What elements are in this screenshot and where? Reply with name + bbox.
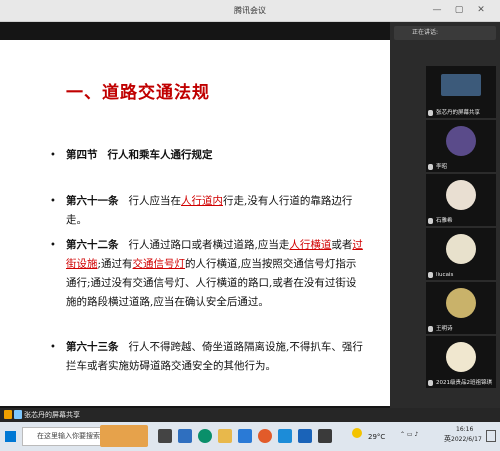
clock-time[interactable]: 16:16	[456, 426, 473, 433]
window-title: 腾讯会议	[234, 6, 266, 15]
screen-share-thumbnail	[441, 74, 481, 96]
mic-icon	[428, 164, 433, 170]
tray-icons[interactable]: ⌃ ▭ ♪	[400, 431, 418, 438]
mic-icon	[428, 110, 433, 116]
section-label: 第四节	[66, 149, 98, 161]
mic-icon	[428, 380, 433, 386]
section-heading: • 第四节 行人和乘车人通行规定	[50, 146, 366, 165]
minimize-icon[interactable]: —	[430, 3, 444, 17]
mail-icon[interactable]	[178, 429, 192, 443]
maximize-icon[interactable]: ▢	[452, 3, 466, 17]
store-icon[interactable]	[238, 429, 252, 443]
participant-name: 2021级贵品2班祖锦琪	[436, 380, 492, 386]
weather-icon[interactable]	[352, 428, 362, 438]
bullet-icon: •	[50, 150, 56, 161]
article-text: 行人通过路口或者横过道路,应当走	[128, 239, 290, 251]
main-stage: 一、道路交通法规 • 第四节 行人和乘车人通行规定 • 第六十一条 行人应当在人…	[0, 22, 390, 408]
article-62: • 第六十二条 行人通过路口或者横过道路,应当走人行横道或者过街设施;通过有交通…	[50, 236, 366, 312]
participant-name: 石雅希	[436, 218, 453, 224]
edge-icon[interactable]	[198, 429, 212, 443]
folder-icon[interactable]	[218, 429, 232, 443]
participant-name: 李昭	[436, 164, 448, 170]
task-view-icon[interactable]	[158, 429, 172, 443]
word-icon[interactable]	[298, 429, 312, 443]
taskbar: 在这里输入你要搜索的内容 29°C ⌃ ▭ ♪ 英 16:16 2022/6/1…	[0, 422, 500, 451]
notification-icon[interactable]	[486, 430, 496, 442]
search-highlight-image	[100, 425, 148, 447]
participant-tile[interactable]: 2021级贵品2班祖锦琪	[426, 336, 496, 388]
bullet-icon: •	[50, 240, 56, 251]
highlight-text: 人行道内	[181, 195, 224, 207]
avatar	[446, 234, 476, 264]
windows-start-icon[interactable]	[5, 431, 16, 442]
warning-icon	[4, 410, 12, 419]
article-text: ;通过有	[97, 258, 133, 270]
highlight-text: 交通信号灯	[132, 258, 186, 270]
screen-share-bar: 张芯丹的屏幕共享	[0, 408, 500, 422]
participant-name: 王明诗	[436, 326, 453, 332]
avatar	[446, 288, 476, 318]
title-bar: 腾讯会议 — ▢ ✕	[0, 0, 500, 22]
participant-tile[interactable]: 石雅希	[426, 174, 496, 226]
browser-icon[interactable]	[258, 429, 272, 443]
weather-text[interactable]: 29°C	[368, 433, 385, 441]
mic-icon	[428, 272, 433, 278]
slide-title: 一、道路交通法规	[66, 83, 210, 103]
article-number: 第六十一条	[66, 195, 119, 207]
participant-tile[interactable]: 王明诗	[426, 282, 496, 334]
article-text: 或者	[331, 239, 353, 251]
participant-name: 张芯丹的屏幕共享	[436, 110, 481, 116]
app-icon[interactable]	[318, 429, 332, 443]
participant-tile[interactable]: 张芯丹的屏幕共享	[426, 66, 496, 118]
clock-date[interactable]: 2022/6/17	[451, 436, 482, 443]
avatar	[446, 180, 476, 210]
participant-name: liucais	[436, 272, 454, 278]
article-text: 行人应当在	[128, 195, 182, 207]
article-63: • 第六十三条 行人不得跨越、倚坐道路隔离设施,不得扒车、强行拦车或者实施妨碍道…	[50, 338, 366, 376]
article-61: • 第六十一条 行人应当在人行道内行走,没有人行道的靠路边行走。	[50, 192, 366, 230]
avatar	[446, 126, 476, 156]
highlight-text: 人行横道	[289, 239, 332, 251]
article-number: 第六十三条	[66, 341, 119, 353]
mic-icon	[428, 218, 433, 224]
bullet-icon: •	[50, 342, 56, 353]
mic-icon	[428, 326, 433, 332]
share-label: 张芯丹的屏幕共享	[24, 411, 80, 419]
meeting-app-icon[interactable]	[278, 429, 292, 443]
language-indicator[interactable]: 英	[444, 434, 451, 444]
screen-share-icon	[14, 410, 22, 419]
participant-tile[interactable]: liucais	[426, 228, 496, 280]
section-text: 行人和乘车人通行规定	[107, 149, 213, 161]
avatar	[446, 342, 476, 372]
close-icon[interactable]: ✕	[474, 3, 488, 17]
speaking-indicator: 正在讲话:	[394, 26, 496, 40]
bullet-icon: •	[50, 196, 56, 207]
shared-slide: 一、道路交通法规 • 第四节 行人和乘车人通行规定 • 第六十一条 行人应当在人…	[0, 40, 390, 406]
participant-tile[interactable]: 李昭	[426, 120, 496, 172]
article-number: 第六十二条	[66, 239, 119, 251]
